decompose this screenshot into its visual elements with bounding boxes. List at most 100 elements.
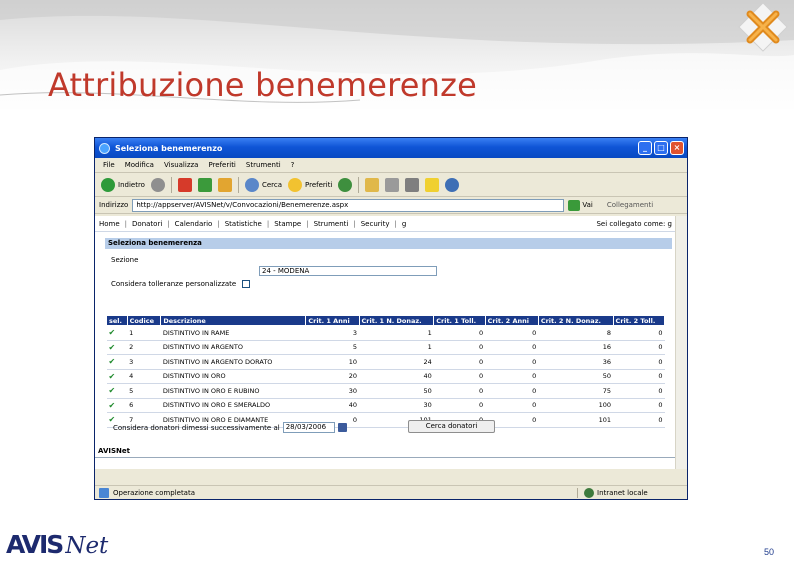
tolleranze-checkbox[interactable] [242, 280, 251, 288]
nav-statistiche[interactable]: Statistiche [225, 220, 262, 228]
refresh-icon[interactable] [197, 177, 212, 192]
page-done-icon [99, 487, 109, 498]
nav-security[interactable]: Security [361, 220, 390, 228]
cell-value: 8 [538, 325, 614, 341]
cell-descrizione: DISTINTIVO IN RAME [160, 325, 306, 341]
nav-donatori[interactable]: Donatori [132, 220, 162, 228]
favorites-button[interactable]: Preferiti [288, 177, 333, 192]
connected-user: Sei collegato come: g [596, 219, 672, 228]
col-sel: sel. [106, 315, 128, 326]
links-label[interactable]: Collegamenti [607, 201, 653, 209]
menu-modifica[interactable]: Modifica [125, 161, 154, 169]
table-header-row: sel. Codice Descrizione Crit. 1 Anni Cri… [106, 315, 666, 326]
dimessi-date-input[interactable]: 28/03/2006 [282, 422, 335, 433]
footer-divider [95, 457, 676, 458]
nav-home[interactable]: Home [99, 220, 120, 228]
cell-value: 0 [433, 325, 486, 341]
back-button[interactable]: Indietro [101, 177, 145, 192]
cell-value: 75 [538, 383, 614, 399]
col-crit1-ndonaz: Crit. 1 N. Donaz. [358, 315, 435, 326]
row-select-check-icon[interactable]: ✔ [106, 340, 128, 355]
cell-value: 1 [359, 340, 434, 355]
star-icon [288, 177, 303, 192]
cerca-donatori-button[interactable]: Cerca donatori [408, 420, 495, 433]
cell-value: 0 [613, 354, 665, 370]
cell-codice: 6 [127, 398, 161, 413]
discuss-icon[interactable] [425, 177, 440, 192]
row-select-check-icon[interactable]: ✔ [106, 398, 128, 413]
cell-value: 0 [485, 325, 539, 341]
window-titlebar: Seleziona benemerenzo _ □ × [95, 138, 687, 158]
cell-value: 0 [485, 383, 539, 399]
calendar-icon[interactable] [337, 423, 347, 432]
maximize-button[interactable]: □ [654, 141, 668, 155]
nav-g[interactable]: g [402, 220, 406, 228]
stop-icon[interactable] [177, 177, 192, 192]
cell-value: 0 [485, 398, 539, 413]
edit-icon[interactable] [405, 177, 420, 192]
col-crit1-toll: Crit. 1 Toll. [433, 315, 486, 326]
sezione-label: Sezione [111, 256, 139, 264]
menu-strumenti[interactable]: Strumenti [246, 161, 281, 169]
home-icon[interactable] [217, 177, 232, 192]
cell-value: 30 [359, 398, 434, 413]
print-icon[interactable] [385, 177, 400, 192]
row-select-check-icon[interactable]: ✔ [106, 354, 128, 370]
menu-preferiti[interactable]: Preferiti [208, 161, 235, 169]
benemerenze-table: sel. Codice Descrizione Crit. 1 Anni Cri… [106, 315, 666, 428]
toolbar: Indietro Cerca Preferiti [95, 173, 687, 197]
cell-value: 1 [359, 325, 434, 341]
nav-stampe[interactable]: Stampe [274, 220, 301, 228]
browser-window: Seleziona benemerenzo _ □ × File Modific… [94, 137, 688, 500]
slide-title: Attribuzione benemerenze [48, 66, 478, 104]
zone-text: Intranet locale [597, 488, 648, 497]
tolleranze-row: Considera tolleranze personalizzate [111, 277, 676, 291]
vertical-scrollbar[interactable] [675, 216, 687, 469]
cell-descrizione: DISTINTIVO IN ARGENTO DORATO [160, 354, 306, 370]
col-crit2-ndonaz: Crit. 2 N. Donaz. [537, 315, 614, 326]
table-row: ✔ 2 DISTINTIVO IN ARGENTO 5 1 0 0 16 0 [106, 340, 665, 355]
forward-arrow-icon[interactable] [150, 177, 165, 192]
back-arrow-icon [101, 177, 115, 192]
cell-value: 24 [359, 354, 434, 370]
address-input[interactable]: http://appserver/AVISNet/v/Convocazioni/… [132, 198, 565, 212]
page-number: 50 [764, 547, 775, 557]
sezione-select[interactable]: 24 - MODENA [259, 266, 437, 276]
row-select-check-icon[interactable]: ✔ [106, 325, 128, 341]
cell-value: 101 [538, 412, 614, 428]
cell-codice: 4 [127, 369, 161, 384]
cell-value: 40 [305, 398, 360, 413]
cell-value: 10 [305, 354, 360, 370]
cell-value: 50 [359, 383, 434, 399]
row-select-check-icon[interactable]: ✔ [106, 383, 128, 399]
cell-value: 0 [613, 412, 665, 428]
menu-file[interactable]: File [103, 161, 115, 169]
nav-calendario[interactable]: Calendario [175, 220, 213, 228]
menu-help[interactable]: ? [291, 161, 295, 169]
back-label: Indietro [118, 180, 145, 189]
address-label: Indirizzo [99, 201, 129, 209]
status-bar: Operazione completata Intranet locale [95, 485, 687, 499]
dimessi-row: Considera donatori dimessi successivamen… [113, 422, 347, 433]
mail-icon[interactable] [365, 177, 380, 192]
col-descrizione: Descrizione [160, 315, 307, 326]
messenger-icon[interactable] [445, 177, 460, 192]
search-button[interactable]: Cerca [244, 177, 282, 192]
favorites-label: Preferiti [305, 180, 333, 189]
table-row: ✔ 1 DISTINTIVO IN RAME 3 1 0 0 8 0 [106, 325, 665, 341]
minimize-button[interactable]: _ [638, 141, 652, 155]
cell-value: 0 [613, 398, 665, 413]
avis-x-logo-icon [738, 2, 788, 52]
search-icon [244, 177, 259, 192]
nav-strumenti[interactable]: Strumenti [314, 220, 349, 228]
status-text: Operazione completata [113, 488, 196, 497]
cell-codice: 2 [127, 340, 161, 355]
history-icon[interactable] [338, 177, 353, 192]
close-button[interactable]: × [670, 141, 684, 155]
col-crit1-anni: Crit. 1 Anni [305, 315, 360, 326]
go-button[interactable]: Vai [568, 199, 593, 211]
cell-value: 0 [485, 354, 539, 370]
go-label: Vai [582, 201, 593, 209]
row-select-check-icon[interactable]: ✔ [106, 369, 128, 384]
menu-visualizza[interactable]: Visualizza [164, 161, 198, 169]
